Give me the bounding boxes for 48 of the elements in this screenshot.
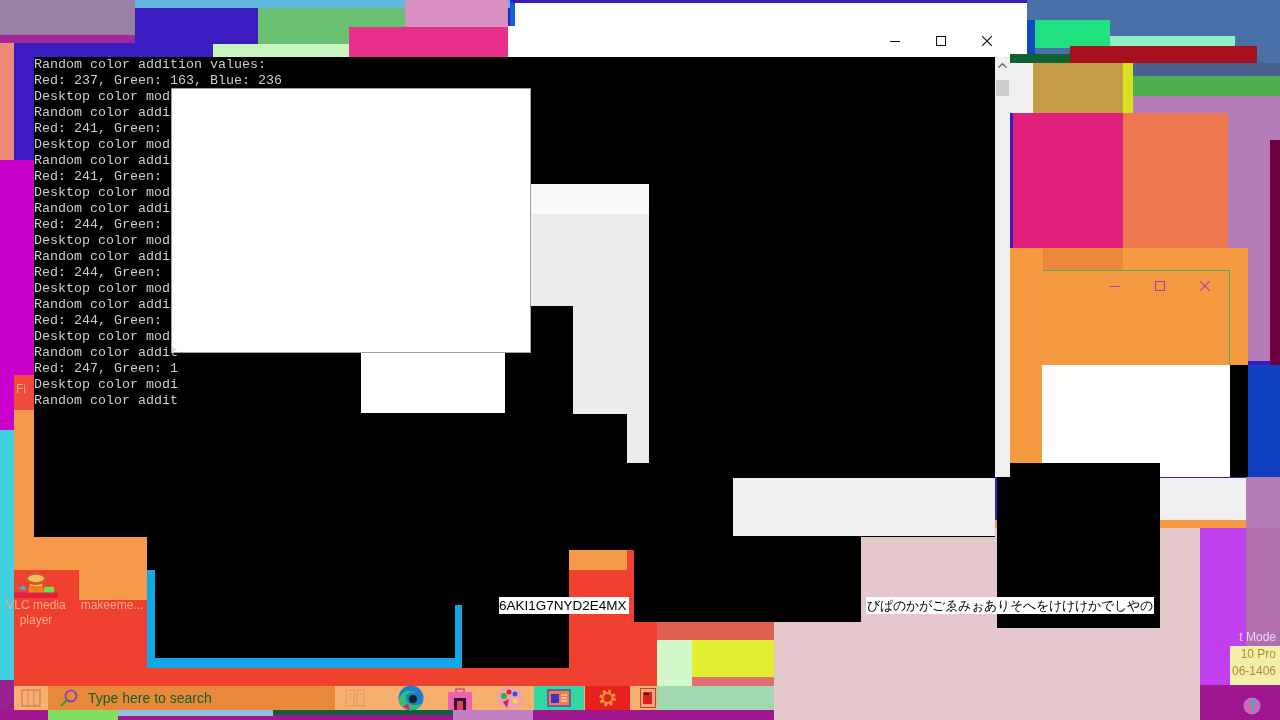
search-icon <box>60 689 78 707</box>
console-line: Random color addi <box>34 249 171 265</box>
maximize-icon <box>1154 281 1165 291</box>
console-line: Desktop color mod <box>34 281 171 297</box>
traffic-cone-icon[interactable] <box>14 570 58 598</box>
minimize-icon <box>1109 285 1120 287</box>
caret-up-icon[interactable] <box>998 63 1007 68</box>
maximize-icon <box>936 36 946 46</box>
watermark-text: t Mode <box>1239 629 1276 646</box>
console-line: Desktop color mod <box>34 185 171 201</box>
console-line: Red: 244, Green: <box>34 217 163 233</box>
notification-icon[interactable] <box>1243 697 1261 715</box>
console-line: Red: 241, Green: <box>34 121 163 137</box>
console-line: Desktop color mod <box>34 233 171 249</box>
console-line: Random color addi <box>34 153 171 169</box>
console-line: Random color addi <box>34 201 171 217</box>
text-strip: 6AKI1G7NYD2E4MX <box>499 597 629 614</box>
console-line: Red: 247, Green: 1 <box>34 361 179 377</box>
console-line: Desktop color modi <box>34 377 179 393</box>
start-icon[interactable] <box>21 689 41 707</box>
scrollbar-thumb[interactable] <box>996 80 1009 96</box>
console-line: Random color addi <box>34 105 171 121</box>
app-icon[interactable] <box>640 688 656 708</box>
watermark-text: 06-1406 <box>1231 663 1276 680</box>
window-icon[interactable] <box>534 686 584 710</box>
console-line: Desktop color mod <box>34 329 171 345</box>
console-line: Random color addit <box>34 393 179 409</box>
console-line: Red: 237, Green: 163, Blue: 236 <box>34 73 282 89</box>
console-line: Random color addition values: <box>34 57 267 73</box>
shopping-bag-icon[interactable] <box>448 686 472 710</box>
minimize-icon <box>890 40 900 42</box>
console-line: Red: 244, Green: <box>34 313 163 329</box>
console-line: Random color addi <box>34 297 171 313</box>
desktop-icon-label[interactable]: makeeme... <box>80 598 144 613</box>
console-line: Random color addit <box>34 345 179 361</box>
gear-icon[interactable] <box>585 686 630 710</box>
console-line: Desktop color mod <box>34 89 171 105</box>
swirl-icon[interactable] <box>398 685 424 711</box>
console-line: Desktop color mod <box>34 137 171 153</box>
desktop-icon-label[interactable]: Fi <box>16 382 26 397</box>
console-line: Red: 244, Green: <box>34 265 163 281</box>
console-line: Red: 241, Green: <box>34 169 163 185</box>
text-strip: びぱのかがごゑみぉありそへをけけけかでしやの <box>866 597 1154 614</box>
search-field[interactable]: Type here to search <box>48 686 335 710</box>
palette-icon[interactable] <box>497 686 523 710</box>
close-icon <box>1199 281 1210 291</box>
watermark-text: 10 Pro <box>1240 646 1276 663</box>
close-icon <box>982 36 992 46</box>
